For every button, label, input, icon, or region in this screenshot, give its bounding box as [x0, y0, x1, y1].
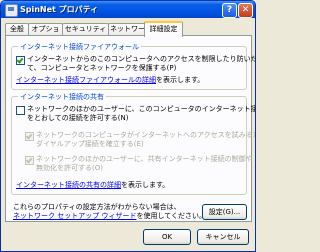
firewall-legend: インターネット接続ファイアウォール [18, 42, 141, 52]
ok-button[interactable]: OK [143, 229, 191, 245]
tab-network[interactable]: ネットワーク [108, 23, 147, 44]
firewall-checkbox[interactable] [16, 56, 25, 65]
sharing-group: インターネット接続の共有 ネットワークのほかのユーザーに、このコンピュータのイン… [11, 92, 255, 195]
firewall-checkbox-label-1[interactable]: インターネットからのこのコンピュータへのアクセスを制限したり防いだりし [27, 55, 255, 64]
allow-control-label-2: 無効化を許可する(O) [36, 164, 103, 172]
footer-text: これらのプロパティの設定方法がわからない場合は、 [13, 203, 181, 211]
allow-control-label-1: ネットワークのほかのユーザーに、共有インターネット接続の制御や [36, 155, 253, 163]
firewall-details-link[interactable]: インターネット接続ファイアウォールの詳細 [16, 76, 156, 84]
tab-security[interactable]: セキュリティ [62, 23, 109, 35]
properties-window: SpinNet プロパティ ? ✕ 全般 オプション セキュリティ ネットワーク… [0, 0, 256, 252]
share-connection-label-2[interactable]: をとおしての接続を許可する(N) [27, 114, 129, 123]
allow-control-checkbox[interactable] [25, 156, 34, 165]
sharing-info: インターネット接続の共有の詳細を表示します。 [16, 181, 169, 190]
advanced-panel: インターネット接続ファイアウォール インターネットからのこのコンピュータへのアク… [5, 35, 255, 222]
firewall-checkbox-label-2[interactable]: て、コンピュータとネットワークを保護する(P) [27, 64, 176, 73]
footer-link-suffix: を使用してください。 [136, 212, 207, 220]
cancel-button[interactable]: キャンセル [197, 229, 249, 245]
network-connection-icon [5, 4, 18, 17]
firewall-link-suffix: を表示します。 [156, 76, 205, 84]
firewall-info: インターネット接続ファイアウォールの詳細を表示します。 [16, 76, 204, 85]
tab-advanced[interactable]: 詳細設定 [144, 21, 183, 37]
dialup-checkbox[interactable] [25, 132, 34, 141]
close-button[interactable]: ✕ [238, 3, 253, 18]
tab-options[interactable]: オプション [28, 23, 63, 44]
share-connection-label-1[interactable]: ネットワークのほかのユーザーに、このコンピュータのインターネット接続 [27, 105, 255, 114]
dialup-label-2: ダイヤルアップ接続を確立する(E) [36, 140, 144, 148]
footer-wizard-line: ネットワーク セットアップ ウィザードを使用してください。 [13, 212, 206, 221]
tab-strip: 全般 オプション セキュリティ ネットワーク 詳細設定 [5, 21, 251, 44]
help-button[interactable]: ? [222, 3, 237, 18]
network-setup-wizard-link[interactable]: ネットワーク セットアップ ウィザード [13, 212, 136, 220]
title-bar[interactable]: SpinNet プロパティ ? ✕ [1, 1, 255, 18]
window-title: SpinNet プロパティ [20, 5, 99, 14]
sharing-link-suffix: を表示します。 [121, 181, 170, 189]
sharing-details-link[interactable]: インターネット接続の共有の詳細 [16, 181, 121, 189]
dialup-label-1: ネットワークのコンピュータがインターネットへのアクセスを試みるたびに [36, 131, 256, 139]
sharing-legend: インターネット接続の共有 [18, 92, 106, 102]
tab-general[interactable]: 全般 [5, 23, 29, 35]
share-connection-checkbox[interactable] [16, 106, 25, 115]
firewall-group: インターネット接続ファイアウォール インターネットからのこのコンピュータへのアク… [11, 42, 255, 90]
settings-button[interactable]: 設定(G)... [202, 204, 247, 220]
